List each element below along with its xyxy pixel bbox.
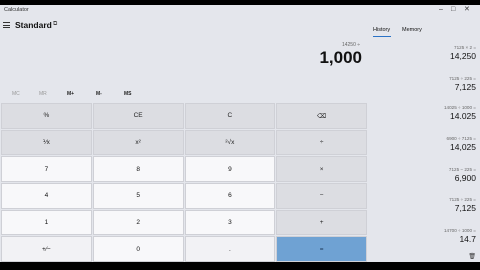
history-result: 14,025 (450, 142, 476, 152)
memory-clear-button[interactable]: MC (12, 91, 20, 97)
digit-2-button[interactable]: 2 (92, 209, 184, 236)
history-panel: History Memory 7125 × 2 = 14,250 7125 ÷ … (370, 19, 480, 262)
history-result: 14.7 (459, 234, 476, 244)
clear-button[interactable]: C (184, 103, 276, 129)
history-result: 14.025 (450, 111, 476, 121)
digit-1-button[interactable]: 1 (1, 209, 92, 236)
history-expression: 14700 ÷ 1000 = (443, 228, 476, 233)
close-icon[interactable]: ✕ (464, 6, 470, 14)
trash-icon[interactable]: 🗑 (468, 253, 476, 260)
history-item[interactable]: 7125 × 2 = 14,250 (450, 45, 476, 61)
digit-5-button[interactable]: 5 (92, 182, 184, 209)
digit-9-button[interactable]: 9 (184, 156, 276, 182)
multiply-button[interactable]: × (276, 156, 367, 182)
history-expression: 7125 ÷ 225 = (449, 76, 476, 81)
clear-entry-button[interactable]: CE (92, 103, 184, 129)
memory-store-button[interactable]: MS (124, 91, 132, 97)
history-result: 6,900 (454, 173, 476, 183)
digit-7-button[interactable]: 7 (1, 156, 92, 182)
negate-button[interactable]: +⁄− (1, 236, 92, 262)
reciprocal-button[interactable]: ⅟x (1, 129, 92, 156)
title-bar: Calculator – □ ✕ (0, 5, 480, 17)
header: Standard ⧉ (0, 19, 370, 33)
history-item[interactable]: 14025 ÷ 1000 = 14.025 (444, 105, 476, 121)
square-root-button[interactable]: ²√x (184, 129, 276, 156)
history-item[interactable]: 7125 − 225 = 6,900 (449, 167, 476, 183)
square-button[interactable]: x² (92, 129, 184, 156)
history-item[interactable]: 14700 ÷ 1000 = 14.7 (444, 228, 476, 244)
history-expression: 7125 ÷ 225 = (449, 197, 476, 202)
memory-recall-button[interactable]: MR (39, 91, 47, 97)
digit-6-button[interactable]: 6 (184, 182, 276, 209)
active-tab-indicator (373, 36, 391, 37)
history-item[interactable]: 7125 ÷ 225 = 7,125 (449, 197, 476, 213)
history-result: 7,125 (454, 203, 476, 213)
memory-row: MC MR M+ M- MS (0, 89, 366, 101)
percent-button[interactable]: % (1, 103, 92, 129)
maximize-icon[interactable]: □ (451, 6, 455, 14)
memory-subtract-button[interactable]: M- (96, 91, 102, 97)
divide-button[interactable]: ÷ (276, 129, 367, 156)
history-item[interactable]: 6900 ÷ 7125 = 14,025 (447, 136, 476, 152)
history-expression: 14025 ÷ 1000 = (443, 105, 476, 110)
app-title: Calculator (4, 7, 29, 13)
digit-0-button[interactable]: 0 (92, 236, 184, 262)
keep-on-top-icon[interactable]: ⧉ (53, 21, 57, 28)
history-result: 7,125 (454, 82, 476, 92)
history-item[interactable]: 7125 ÷ 225 = 7,125 (449, 76, 476, 92)
minimize-icon[interactable]: – (439, 6, 443, 14)
memory-add-button[interactable]: M+ (67, 91, 74, 97)
mode-title: Standard (15, 20, 52, 30)
tab-memory[interactable]: Memory (402, 27, 422, 33)
keypad: % CE C ⌫ ⅟x x² ²√x ÷ 7 8 9 × 4 5 6 − 1 2… (1, 103, 367, 262)
history-expression: 7125 − 225 = (448, 167, 476, 172)
result-display: 1,000 (319, 48, 362, 67)
menu-icon[interactable] (3, 22, 10, 28)
history-expression: 6900 ÷ 7125 = (446, 136, 476, 141)
calculator-window: Calculator – □ ✕ Standard ⧉ 1425 0 ÷ 1,00… (0, 5, 480, 262)
backspace-button[interactable]: ⌫ (276, 103, 367, 129)
tab-history[interactable]: History (373, 27, 390, 33)
digit-8-button[interactable]: 8 (92, 156, 184, 182)
history-result: 14,250 (450, 51, 476, 61)
digit-4-button[interactable]: 4 (1, 182, 92, 209)
digit-3-button[interactable]: 3 (184, 209, 276, 236)
add-button[interactable]: + (276, 209, 367, 236)
subtract-button[interactable]: − (276, 182, 367, 209)
decimal-button[interactable]: . (184, 236, 276, 262)
history-expression: 7125 × 2 = (454, 45, 476, 50)
equals-button[interactable]: = (276, 236, 367, 262)
